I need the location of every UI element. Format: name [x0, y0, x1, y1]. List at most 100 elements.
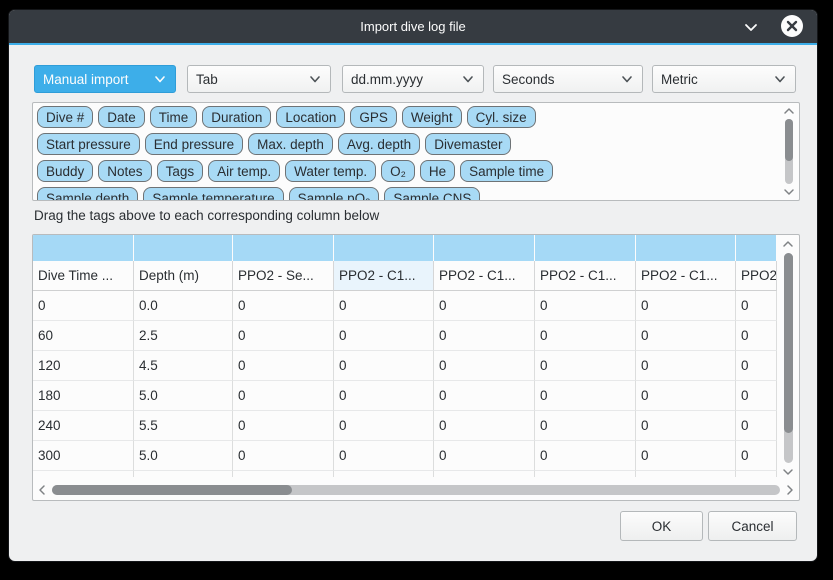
draggable-tag[interactable]: End pressure: [145, 133, 243, 155]
column-header[interactable]: PPO2 - C1...: [636, 261, 736, 291]
column-drop-target[interactable]: [535, 235, 636, 261]
table-cell: 0: [233, 381, 334, 411]
draggable-tag[interactable]: Divemaster: [425, 133, 511, 155]
draggable-tag[interactable]: O₂: [381, 160, 415, 182]
table-cell: 0: [636, 411, 736, 441]
scrollbar-track[interactable]: [52, 485, 780, 495]
table-cell: 0: [736, 291, 777, 321]
column-drop-target[interactable]: [434, 235, 535, 261]
column-header[interactable]: PPO2 - C1...: [535, 261, 636, 291]
column-header[interactable]: PPO2 - C1...: [334, 261, 434, 291]
table-cell: [736, 471, 777, 477]
table-cell: 0: [736, 381, 777, 411]
table-vertical-scrollbar[interactable]: [779, 237, 797, 479]
column-drop-target[interactable]: [334, 235, 434, 261]
scroll-up-icon[interactable]: [781, 105, 797, 117]
table-cell: 0: [636, 321, 736, 351]
table-cell: [334, 471, 434, 477]
draggable-tag[interactable]: Avg. depth: [338, 133, 420, 155]
draggable-tag[interactable]: Notes: [98, 160, 151, 182]
table-cell: 0: [535, 381, 636, 411]
window-title: Import dive log file: [360, 19, 466, 34]
column-drop-target[interactable]: [636, 235, 736, 261]
draggable-tag[interactable]: Buddy: [37, 160, 93, 182]
tag-panel-scrollbar[interactable]: [781, 105, 797, 198]
date-format-value: dd.mm.yyyy: [351, 72, 461, 87]
table-cell: 0: [535, 321, 636, 351]
table-cell: 0: [233, 411, 334, 441]
table-cell: 60: [33, 321, 134, 351]
cancel-button[interactable]: Cancel: [708, 511, 797, 541]
scrollbar-thumb[interactable]: [52, 485, 292, 495]
table-cell: 0: [233, 351, 334, 381]
draggable-tag[interactable]: Sample pO₂: [289, 187, 380, 201]
table-cell: [535, 471, 636, 477]
tag-row: Start pressureEnd pressureMax. depthAvg.…: [37, 133, 767, 155]
table-cell: 5.0: [134, 441, 233, 471]
draggable-tag[interactable]: Duration: [202, 106, 271, 128]
draggable-tag[interactable]: Sample CNS: [384, 187, 480, 201]
table-header-row: Dive Time ...Depth (m)PPO2 - Se...PPO2 -…: [33, 261, 777, 291]
scrollbar-thumb[interactable]: [784, 253, 793, 433]
column-header[interactable]: PPO2 - C1...: [434, 261, 535, 291]
table-cell: 0: [334, 441, 434, 471]
table-cell: 0: [33, 291, 134, 321]
column-header[interactable]: Depth (m): [134, 261, 233, 291]
table-cell: 4.5: [134, 351, 233, 381]
chevron-down-icon: [308, 72, 322, 86]
table-horizontal-scrollbar[interactable]: [35, 482, 797, 498]
draggable-tag[interactable]: Cyl. size: [467, 106, 536, 128]
draggable-tag[interactable]: Sample temperature: [143, 187, 283, 201]
scroll-up-icon[interactable]: [779, 237, 797, 251]
draggable-tag[interactable]: Max. depth: [248, 133, 333, 155]
drop-target-row: [33, 235, 777, 261]
column-drop-target[interactable]: [736, 235, 777, 261]
column-header[interactable]: Dive Time ...: [33, 261, 134, 291]
table-cell: 0: [535, 291, 636, 321]
column-header[interactable]: PPO2: [736, 261, 777, 291]
date-format-dropdown[interactable]: dd.mm.yyyy: [342, 65, 484, 93]
draggable-tag[interactable]: Location: [276, 106, 345, 128]
import-source-dropdown[interactable]: Manual import: [34, 65, 176, 93]
table-grid: Dive Time ...Depth (m)PPO2 - Se...PPO2 -…: [33, 235, 777, 477]
table-cell: 0: [434, 441, 535, 471]
scroll-down-icon[interactable]: [781, 186, 797, 198]
column-drop-target[interactable]: [134, 235, 233, 261]
table-cell: 180: [33, 381, 134, 411]
table-cell: 0: [334, 411, 434, 441]
draggable-tag[interactable]: Sample time: [460, 160, 553, 182]
draggable-tag[interactable]: Air temp.: [208, 160, 280, 182]
chevron-down-icon: [773, 72, 787, 86]
table-cell: 0: [434, 351, 535, 381]
table-cell: 5.0: [134, 381, 233, 411]
scrollbar-thumb[interactable]: [785, 119, 793, 161]
draggable-tag[interactable]: He: [420, 160, 455, 182]
scroll-right-icon[interactable]: [783, 482, 797, 498]
table-cell: [233, 471, 334, 477]
column-drop-target[interactable]: [233, 235, 334, 261]
draggable-tag[interactable]: Water temp.: [285, 160, 376, 182]
column-drop-target[interactable]: [33, 235, 134, 261]
titlebar-chevron-down-icon[interactable]: [743, 19, 759, 35]
units-system-dropdown[interactable]: Metric: [652, 65, 796, 93]
table-cell: 0: [434, 291, 535, 321]
draggable-tag[interactable]: Tags: [157, 160, 204, 182]
column-header[interactable]: PPO2 - Se...: [233, 261, 334, 291]
table-cell: 0: [636, 441, 736, 471]
draggable-tag[interactable]: GPS: [350, 106, 397, 128]
table-cell: 0: [636, 381, 736, 411]
close-button[interactable]: [781, 15, 803, 37]
ok-button[interactable]: OK: [620, 511, 703, 541]
table-cell: 0: [434, 381, 535, 411]
scroll-down-icon[interactable]: [779, 465, 797, 479]
draggable-tag[interactable]: Start pressure: [37, 133, 140, 155]
draggable-tag[interactable]: Sample depth: [37, 187, 138, 201]
draggable-tag[interactable]: Weight: [402, 106, 462, 128]
duration-format-dropdown[interactable]: Seconds: [493, 65, 643, 93]
draggable-tag[interactable]: Date: [98, 106, 145, 128]
table-cell: 0: [736, 441, 777, 471]
field-separator-dropdown[interactable]: Tab: [187, 65, 331, 93]
scroll-left-icon[interactable]: [35, 482, 49, 498]
draggable-tag[interactable]: Time: [150, 106, 198, 128]
draggable-tag[interactable]: Dive #: [37, 106, 93, 128]
